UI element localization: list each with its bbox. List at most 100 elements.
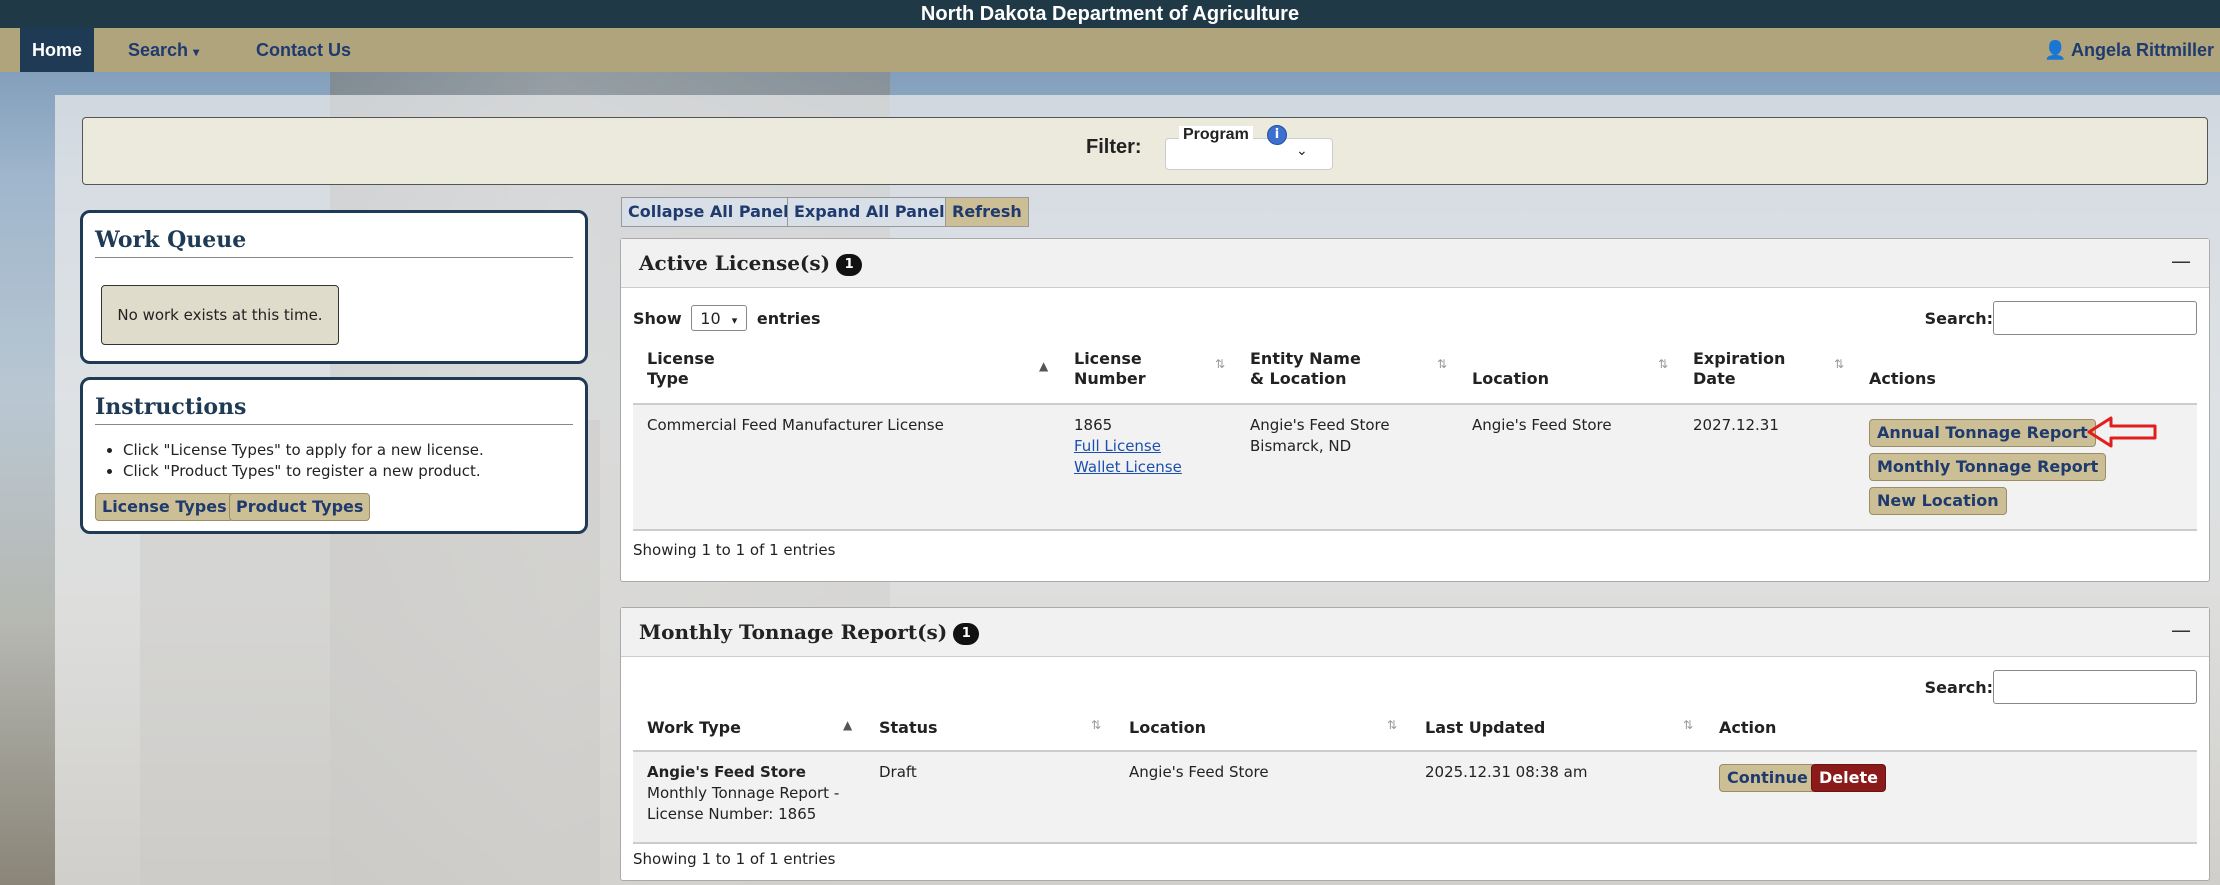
chevron-down-icon: ▾ <box>731 314 738 327</box>
site-title: North Dakota Department of Agriculture <box>920 3 1300 25</box>
col-entity-name[interactable]: Entity Name & Location <box>1250 349 1361 389</box>
sort-icon: ⇅ <box>1387 718 1398 732</box>
sort-icon: ⇅ <box>1658 357 1669 371</box>
entries-select[interactable]: 10 ▾ <box>691 305 748 331</box>
sort-icon: ⇅ <box>1437 357 1448 371</box>
instructions-title: Instructions <box>95 394 573 425</box>
caret-down-icon: ▾ <box>193 45 200 59</box>
nav-contact[interactable]: Contact Us <box>256 28 351 72</box>
main-nav: Home Search ▾ Contact Us 👤 Angela Rittmi… <box>0 28 2220 72</box>
wallet-license-link[interactable]: Wallet License <box>1074 457 1182 478</box>
collapse-all-panels-button[interactable]: Collapse All Panels <box>621 197 806 227</box>
info-icon[interactable]: i <box>1267 125 1287 145</box>
col-license-number[interactable]: License Number <box>1074 349 1146 389</box>
licenses-search-input[interactable] <box>1993 301 2197 335</box>
entries-label: entries <box>756 309 821 328</box>
col-header-text: Date <box>1693 369 1736 388</box>
cell-entity: Angie's Feed Store Bismarck, ND <box>1250 415 1390 457</box>
license-number: 1865 <box>1074 416 1113 434</box>
col-header-text: License <box>647 349 715 368</box>
work-type-license: License Number: 1865 <box>647 805 817 823</box>
header-divider <box>633 750 2197 752</box>
work-type-desc: Monthly Tonnage Report - <box>647 784 840 802</box>
program-label: Program <box>1179 126 1253 144</box>
user-icon: 👤 <box>2044 40 2067 60</box>
full-license-link[interactable]: Full License <box>1074 436 1182 457</box>
sort-icon: ⇅ <box>1683 718 1694 732</box>
col-header-text: & Location <box>1250 369 1347 388</box>
col-actions: Actions <box>1869 369 1936 388</box>
entity-name: Angie's Feed Store <box>1250 416 1390 434</box>
sort-icon: ⇅ <box>1834 357 1845 371</box>
col-location[interactable]: Location <box>1472 369 1549 389</box>
chevron-down-icon: ⌄ <box>1296 143 1308 159</box>
active-licenses-title: Active License(s) 1 <box>639 251 863 276</box>
sort-asc-icon: ▲ <box>843 718 853 732</box>
collapse-icon[interactable]: — <box>2171 249 2191 273</box>
monthly-tonnage-header[interactable]: Monthly Tonnage Report(s) 1 — <box>621 608 2209 657</box>
instruction-item: Click "Product Types" to register a new … <box>123 461 484 482</box>
table-info: Showing 1 to 1 of 1 entries <box>633 850 836 868</box>
col-header-text: Number <box>1074 369 1146 388</box>
delete-button[interactable]: Delete <box>1811 764 1886 792</box>
nav-search-label: Search <box>128 40 189 60</box>
col-location[interactable]: Location <box>1129 718 1206 738</box>
instructions-panel: Instructions Click "License Types" to ap… <box>80 377 588 534</box>
active-licenses-header[interactable]: Active License(s) 1 — <box>621 239 2209 288</box>
col-status[interactable]: Status <box>879 718 938 738</box>
col-last-updated[interactable]: Last Updated <box>1425 718 1545 738</box>
collapse-icon[interactable]: — <box>2171 618 2191 642</box>
cell-location: Angie's Feed Store <box>1129 763 1269 781</box>
product-types-button[interactable]: Product Types <box>229 493 371 521</box>
col-header-text: License <box>1074 349 1142 368</box>
new-location-button[interactable]: New Location <box>1869 487 2007 515</box>
monthly-tonnage-report-button[interactable]: Monthly Tonnage Report <box>1869 453 2107 481</box>
monthly-search-input[interactable] <box>1993 670 2197 704</box>
col-license-type[interactable]: License Type <box>647 349 715 389</box>
continue-button[interactable]: Continue <box>1719 764 1816 792</box>
table-info: Showing 1 to 1 of 1 entries <box>633 541 836 559</box>
search-label: Search: <box>1924 678 1993 697</box>
instructions-list: Click "License Types" to apply for a new… <box>99 440 484 482</box>
col-header-text: Entity Name <box>1250 349 1361 368</box>
nav-user[interactable]: 👤 Angela Rittmiller <box>2044 28 2214 72</box>
search-label: Search: <box>1924 309 1993 328</box>
work-queue-title: Work Queue <box>95 227 573 258</box>
annotation-arrow-icon <box>2087 416 2157 448</box>
count-badge: 1 <box>836 254 863 276</box>
site-header: North Dakota Department of Agriculture <box>0 0 2220 28</box>
col-header-text: Expiration <box>1693 349 1786 368</box>
work-type-name: Angie's Feed Store <box>647 763 806 781</box>
col-work-type[interactable]: Work Type <box>647 718 741 738</box>
header-divider <box>633 403 2197 405</box>
cell-work-type: Angie's Feed Store Monthly Tonnage Repor… <box>647 762 839 825</box>
refresh-button[interactable]: Refresh <box>945 197 1029 227</box>
cell-location: Angie's Feed Store <box>1472 416 1612 434</box>
table-row <box>633 752 2197 844</box>
monthly-tonnage-title-text: Monthly Tonnage Report(s) <box>639 620 948 644</box>
expand-all-panels-button[interactable]: Expand All Panels <box>787 197 962 227</box>
cell-license-number: 1865 Full License Wallet License <box>1074 415 1182 478</box>
filter-label: Filter: <box>1086 136 1142 158</box>
col-header-text: Type <box>647 369 689 388</box>
work-queue-panel: Work Queue No work exists at this time. <box>80 210 588 364</box>
annual-tonnage-report-button[interactable]: Annual Tonnage Report <box>1869 419 2096 447</box>
license-types-button[interactable]: License Types <box>95 493 234 521</box>
count-badge: 1 <box>953 623 980 645</box>
nav-home[interactable]: Home <box>20 28 94 72</box>
cell-last-updated: 2025.12.31 08:38 am <box>1425 763 1588 781</box>
sort-asc-icon: ▲ <box>1039 359 1049 373</box>
cell-expiration: 2027.12.31 <box>1693 416 1779 434</box>
nav-search[interactable]: Search ▾ <box>128 28 199 72</box>
active-licenses-panel: Active License(s) 1 — Show 10 ▾ entries S… <box>620 238 2210 582</box>
filter-bar: Filter: ⌄ Program i <box>82 117 2208 185</box>
entries-length: Show 10 ▾ entries <box>633 305 820 331</box>
instruction-item: Click "License Types" to apply for a new… <box>123 440 484 461</box>
user-name: Angela Rittmiller <box>2070 40 2214 60</box>
show-label: Show <box>633 309 682 328</box>
col-expiration-date[interactable]: Expiration Date <box>1693 349 1785 389</box>
sort-icon: ⇅ <box>1091 718 1102 732</box>
monthly-tonnage-panel: Monthly Tonnage Report(s) 1 — Search: Wor… <box>620 607 2210 881</box>
col-action: Action <box>1719 718 1777 737</box>
cell-status: Draft <box>879 763 917 781</box>
